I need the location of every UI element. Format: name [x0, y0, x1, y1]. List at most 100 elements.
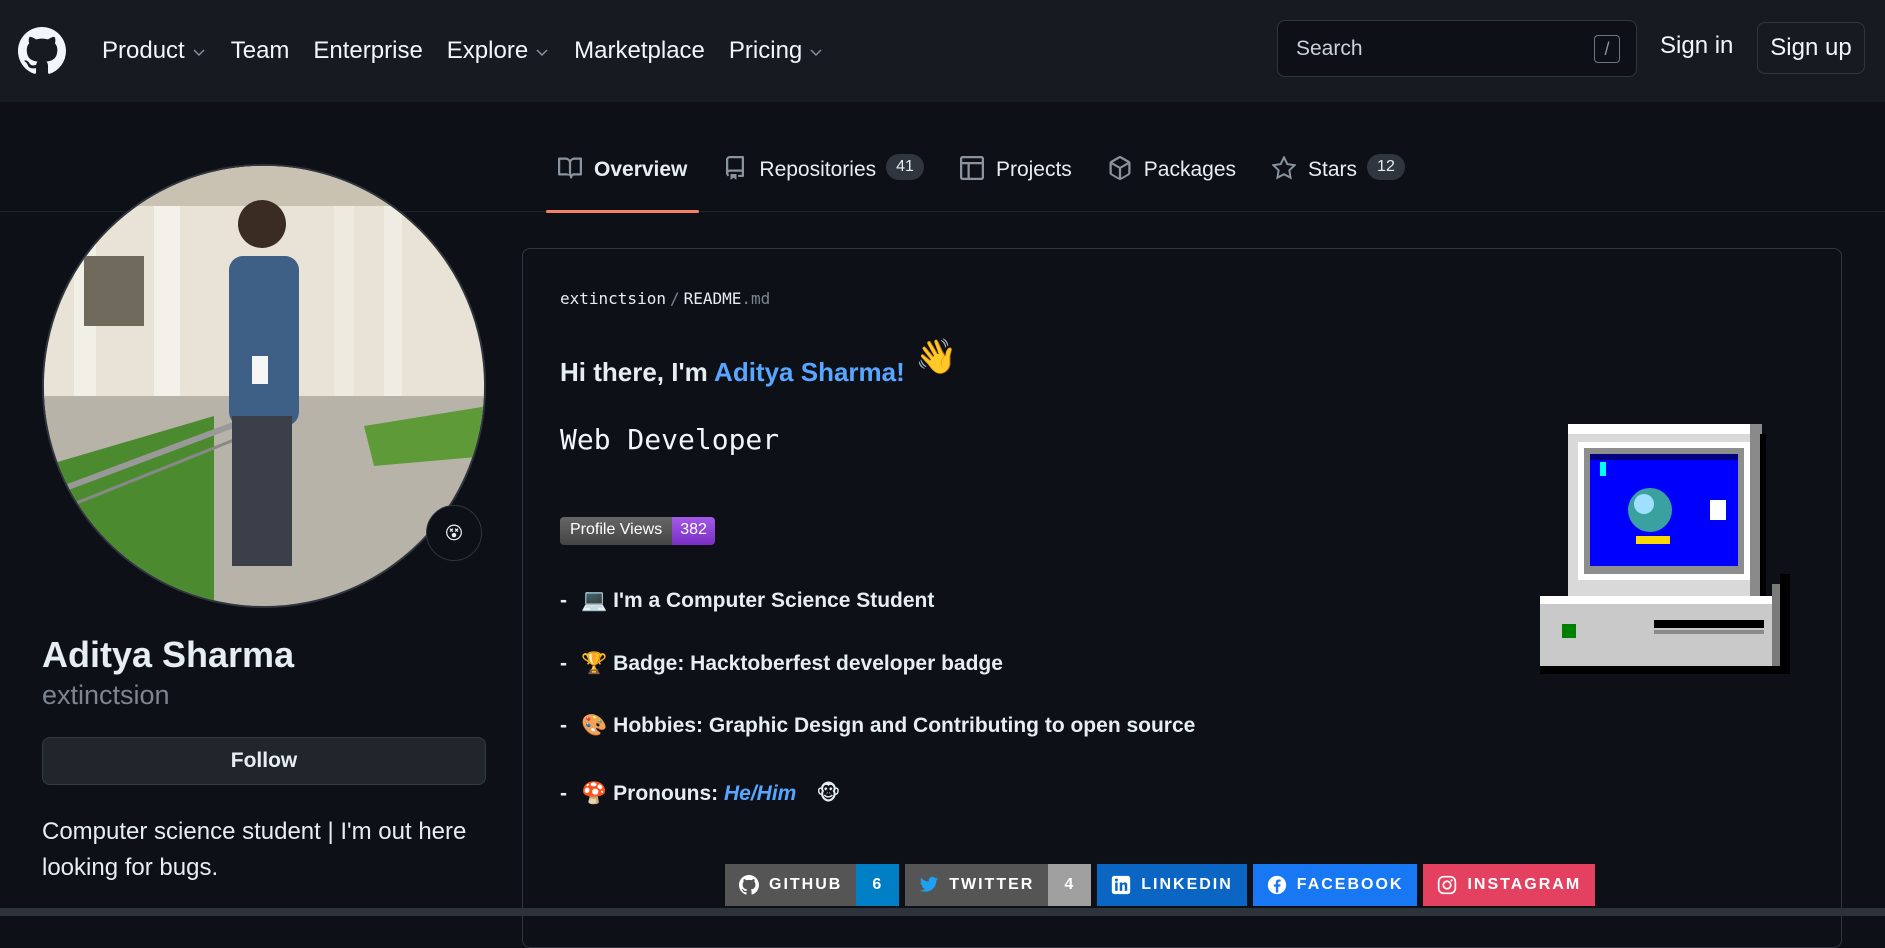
repo-icon [726, 156, 745, 180]
profile-full-name: Aditya Sharma [42, 634, 295, 675]
book-icon [558, 157, 582, 179]
list-dash: - [560, 782, 567, 805]
github-badge-count: 6 [856, 864, 900, 906]
nav-explore[interactable]: Explore [447, 37, 550, 65]
nav-team[interactable]: Team [231, 37, 290, 65]
computer-illustration [1540, 424, 1790, 674]
profile-tabs: Overview Repositories 41 Projects Packag… [546, 154, 1429, 213]
follow-button[interactable]: Follow [42, 737, 486, 785]
list-item-text: Hobbies: Graphic Design and Contributing… [613, 714, 1196, 737]
facebook-icon [1267, 875, 1286, 895]
tab-label: Repositories [759, 158, 877, 181]
site-header: Product Team Enterprise Explore Marketpl… [0, 0, 1885, 102]
badge-text: LINKEDIN [1141, 876, 1233, 893]
tab-label: Stars [1308, 158, 1358, 181]
package-icon [1109, 156, 1131, 180]
nav-label: Team [230, 37, 290, 64]
badge-value: 382 [672, 517, 715, 545]
badge-label: Profile Views [560, 517, 673, 545]
twitter-icon [920, 876, 939, 892]
tab-overview[interactable]: Overview [546, 157, 700, 213]
tab-packages[interactable]: Packages [1096, 156, 1248, 212]
chevron-down-icon [193, 49, 205, 56]
tab-stars[interactable]: Stars 12 [1260, 154, 1417, 212]
tab-label: Packages [1143, 158, 1237, 181]
nav-pricing[interactable]: Pricing [729, 37, 824, 65]
list-item: - 🎨 Hobbies: Graphic Design and Contributi… [560, 714, 1195, 738]
chevron-down-icon [810, 49, 822, 56]
linkedin-badge-link[interactable]: LINKEDIN [1097, 864, 1247, 906]
readme-card: extinctsion / README.md Hi there, I'm Adit… [522, 248, 1842, 948]
status-emoji: 😵 [444, 522, 464, 543]
readme-owner-link[interactable]: extinctsion [560, 289, 666, 308]
readme-file-ext: .md [741, 289, 771, 308]
badge-text: INSTAGRAM [1467, 876, 1582, 893]
sign-up-button[interactable]: Sign up [1757, 22, 1865, 74]
nav-label: Pricing [728, 37, 803, 64]
readme-file-link[interactable]: README.md [684, 289, 771, 308]
monkey-icon: 🐵 [816, 782, 841, 805]
bottom-scrollbar-strip [0, 908, 1885, 916]
tab-projects[interactable]: Projects [948, 156, 1084, 212]
nav-label: Explore [446, 37, 529, 64]
tab-repositories[interactable]: Repositories 41 [711, 154, 936, 212]
github-logo-icon[interactable] [18, 27, 66, 75]
profile-bio: Computer science student | I'm out here … [42, 818, 467, 881]
search-placeholder: Search [1296, 36, 1363, 60]
nav-label: Marketplace [574, 37, 705, 64]
list-item-text: Badge: Hacktoberfest developer badge [613, 652, 1003, 675]
breadcrumb-separator: / [669, 289, 680, 308]
pronouns-label: Pronouns: [613, 782, 724, 805]
facebook-badge-link[interactable]: FACEBOOK [1252, 864, 1418, 906]
list-dash: - [560, 714, 567, 737]
palette-icon: 🎨 [581, 714, 608, 737]
list-item-pronouns: - 🍄 Pronouns: He/Him 🐵 [560, 781, 846, 806]
readme-filename: README [683, 289, 742, 308]
readme-role: Web Developer [560, 423, 780, 456]
list-dash: - [560, 589, 567, 612]
avatar-container: 😵 [42, 164, 486, 608]
badge-text: FACEBOOK [1296, 876, 1404, 893]
repositories-count-badge: 41 [886, 154, 924, 180]
avatar-photo [44, 166, 484, 606]
twitter-badge-link[interactable]: TWITTER 4 [905, 864, 1092, 906]
facebook-badge-label: FACEBOOK [1252, 864, 1418, 906]
list-item: - 💻 I'm a Computer Science Student [560, 589, 934, 613]
nav-label: Enterprise [313, 37, 423, 64]
greeting-name: Aditya Sharma! [714, 357, 905, 387]
nav-product[interactable]: Product [102, 37, 207, 65]
instagram-icon [1438, 875, 1457, 895]
avatar[interactable] [42, 164, 486, 608]
pronouns-value: He/Him [723, 782, 797, 805]
tab-label: Overview [594, 158, 688, 181]
mushroom-icon: 🍄 [581, 782, 608, 805]
linkedin-badge-label: LINKEDIN [1097, 864, 1247, 906]
list-dash: - [560, 652, 567, 675]
nav-enterprise[interactable]: Enterprise [313, 37, 422, 65]
profile-views-badge: Profile Views 382 [560, 517, 715, 545]
greeting-prefix: Hi there, I'm [560, 357, 715, 387]
github-icon [739, 875, 759, 895]
instagram-badge-link[interactable]: INSTAGRAM [1423, 864, 1596, 906]
nav-label: Product [102, 37, 185, 64]
twitter-badge-label: TWITTER [905, 864, 1049, 906]
social-badges: GITHUB 6 TWITTER 4 LINKEDIN FACEBOOK INS… [725, 864, 1596, 906]
twitter-badge-count: 4 [1048, 864, 1092, 906]
github-badge-label: GITHUB [725, 864, 857, 906]
badge-text: TWITTER [949, 876, 1035, 893]
profile-username: extinctsion [42, 680, 170, 710]
nav-marketplace[interactable]: Marketplace [574, 37, 705, 65]
stars-count-badge: 12 [1367, 154, 1405, 180]
wave-icon: 👋 [915, 338, 958, 376]
badge-text: GITHUB [769, 876, 843, 893]
sign-in-link[interactable]: Sign in [1660, 32, 1733, 60]
search-shortcut-key: / [1594, 35, 1620, 63]
status-emoji-button[interactable]: 😵 [426, 505, 482, 561]
readme-breadcrumb: extinctsion / README.md [560, 289, 770, 308]
search-input[interactable]: Search / [1277, 20, 1637, 77]
main-nav: Product Team Enterprise Explore Marketpl… [102, 37, 848, 65]
github-badge-link[interactable]: GITHUB 6 [725, 864, 900, 906]
star-icon [1272, 156, 1297, 180]
list-item-text: I'm a Computer Science Student [613, 589, 935, 612]
laptop-icon: 💻 [581, 589, 608, 612]
